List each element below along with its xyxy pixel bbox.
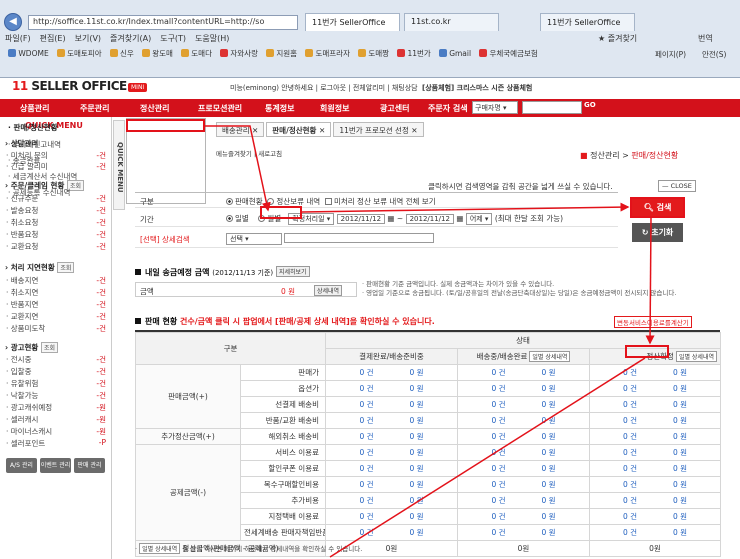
- arrow-to-footnote: [329, 357, 646, 558]
- arrow-to-monthly: [205, 125, 271, 212]
- annotation-arrows: [205, 125, 655, 558]
- arrow-to-search: [301, 202, 630, 213]
- arrow-to-detail: [645, 217, 655, 345]
